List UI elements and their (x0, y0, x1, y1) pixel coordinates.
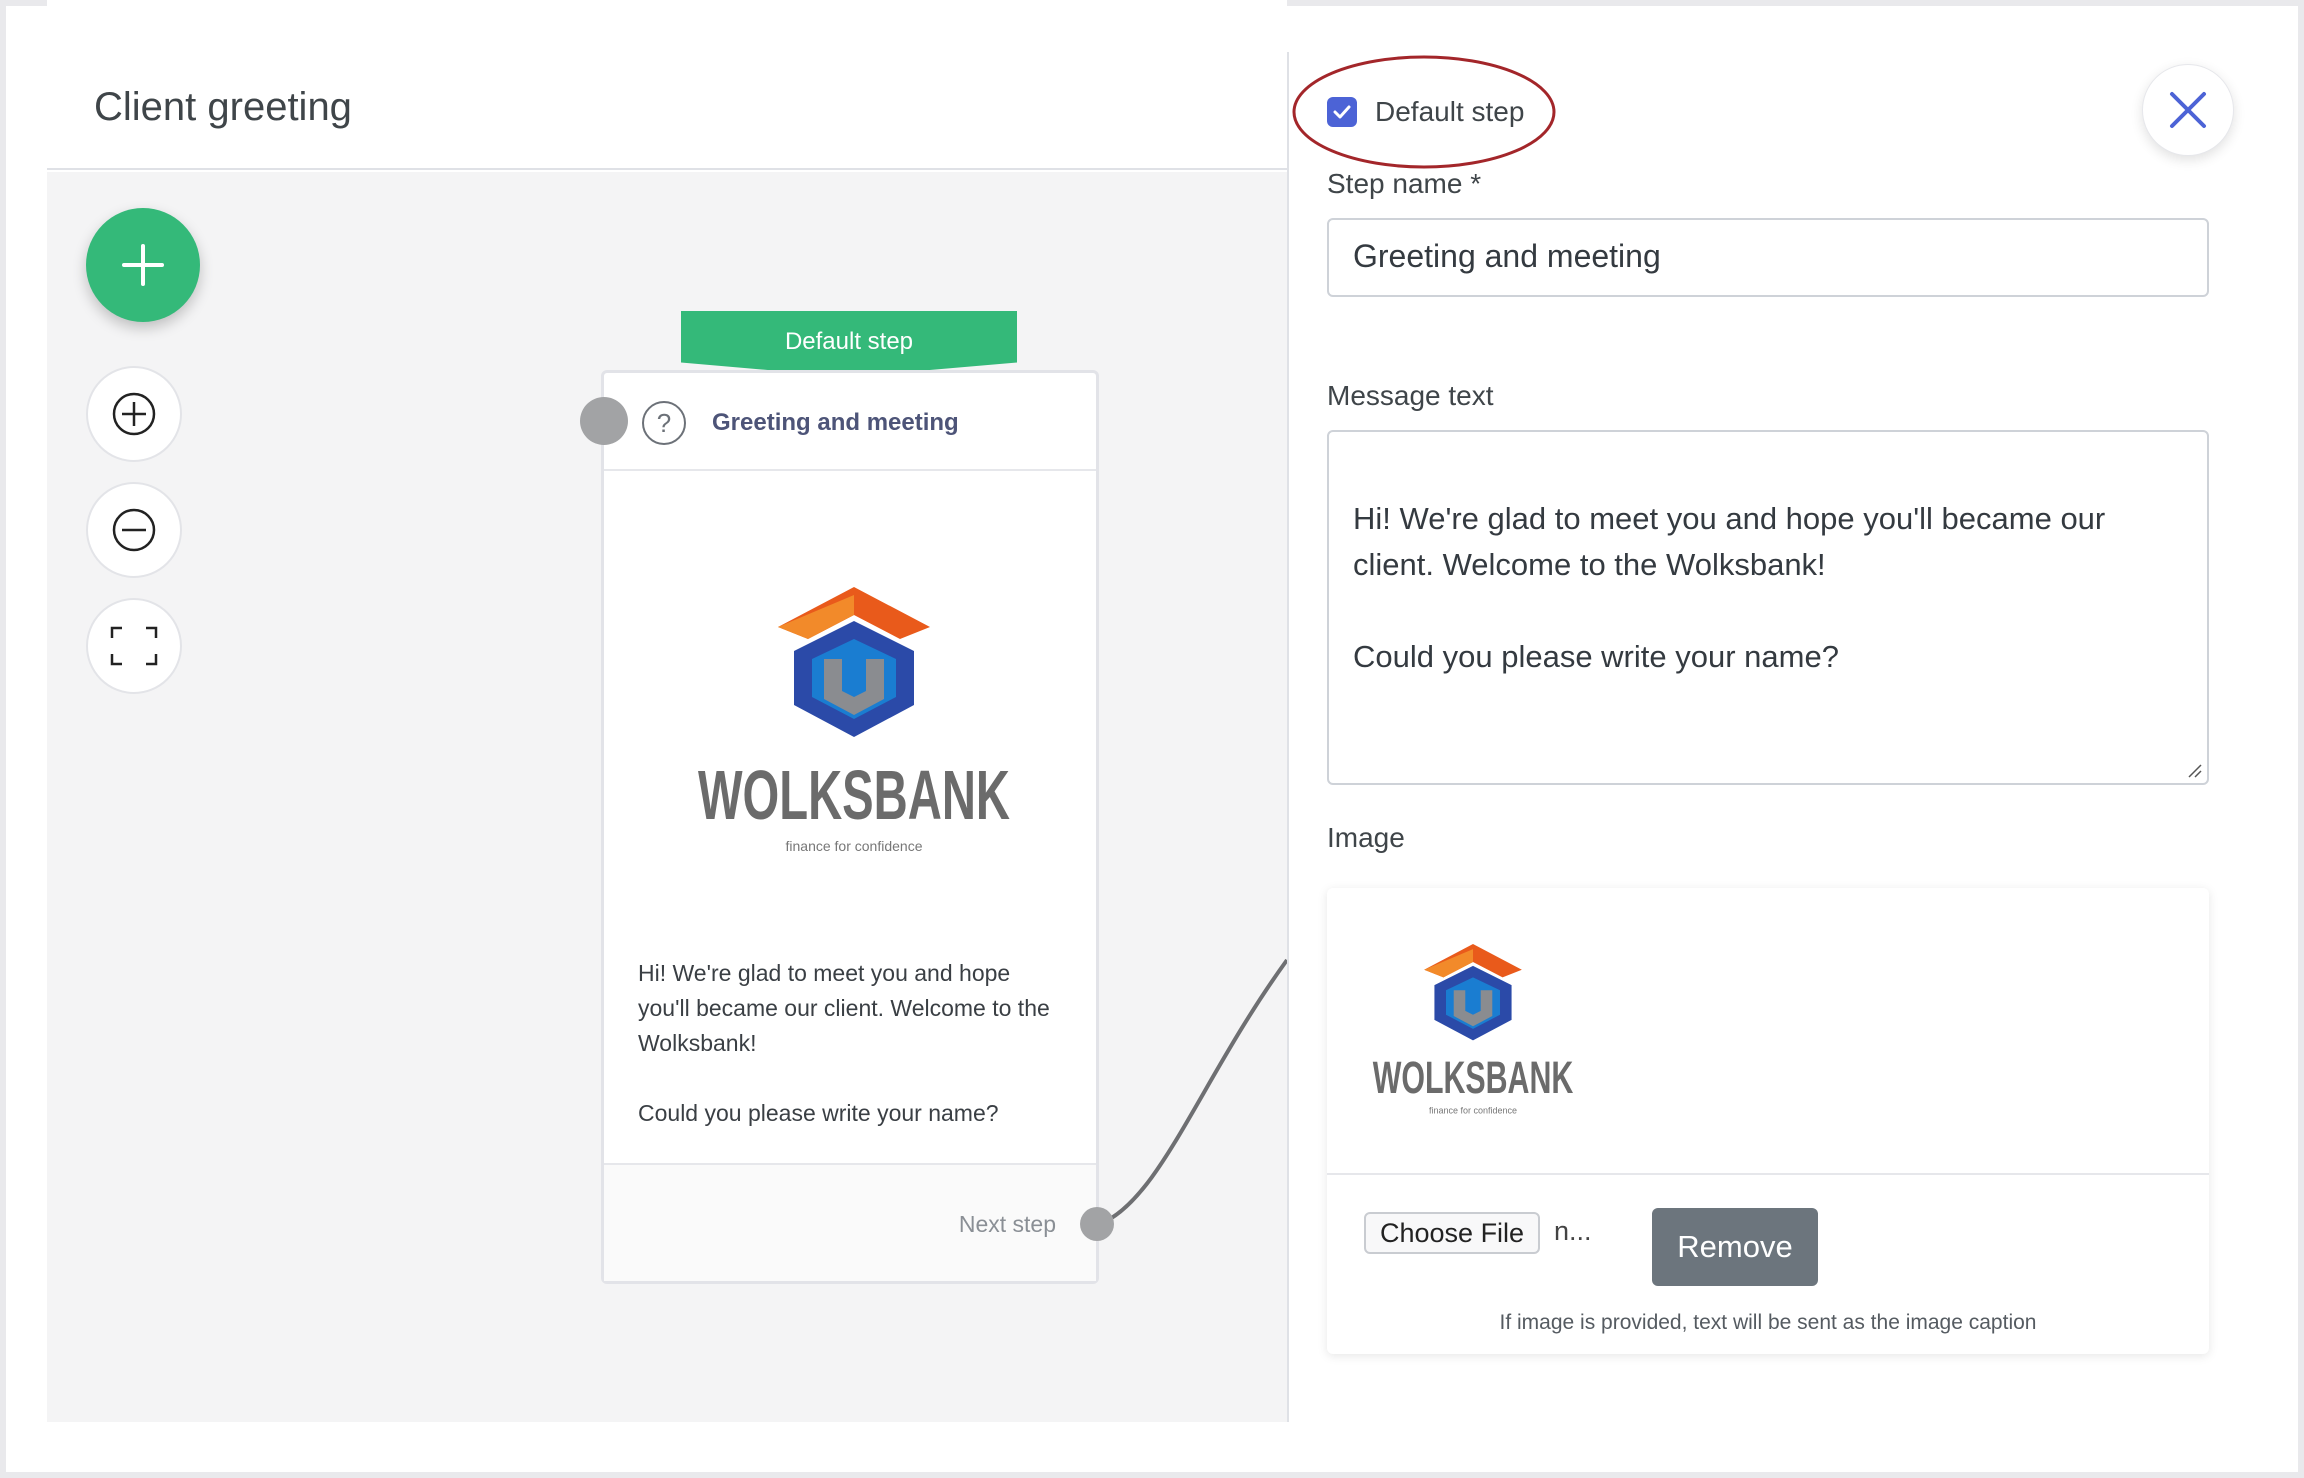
question-icon: ? (642, 401, 686, 445)
message-text-label: Message text (1327, 380, 1494, 411)
step-node[interactable]: ? Greeting and meeting WOLKSBANK finance… (601, 370, 1099, 1284)
step-name-input[interactable]: Greeting and meeting (1327, 218, 2209, 297)
node-input-port[interactable] (580, 397, 628, 445)
file-name: n... (1554, 1216, 1592, 1246)
node-header: ? Greeting and meeting (604, 373, 1096, 471)
close-icon (2170, 92, 2206, 128)
step-name-label: Step name * (1327, 168, 1482, 199)
default-step-label: Default step (1375, 96, 1525, 127)
node-message: Hi! We're glad to meet you and hope you'… (638, 960, 1050, 1126)
remove-image-button[interactable]: Remove (1652, 1208, 1818, 1286)
wolksbank-logo: WOLKSBANK finance for confidence (698, 587, 1010, 854)
image-preview: WOLKSBANK finance for confidence (1327, 888, 2209, 1175)
default-step-toggle[interactable]: Default step (1327, 96, 1524, 128)
close-button[interactable] (2142, 64, 2234, 156)
wolksbank-logo-preview: WOLKSBANK finance for confidence (1373, 944, 1574, 1116)
logo-tagline: finance for confidence (786, 838, 923, 854)
node-title: Greeting and meeting (712, 409, 959, 436)
logo-wordmark: WOLKSBANK (698, 756, 1010, 834)
image-hint: If image is provided, text will be sent … (1499, 1311, 2037, 1334)
check-icon (1333, 105, 1351, 119)
next-step-label: Next step (958, 1211, 1056, 1237)
preview-logo-wordmark: WOLKSBANK (1373, 1052, 1574, 1103)
preview-logo-tagline: finance for confidence (1429, 1106, 1517, 1116)
image-upload-card: WOLKSBANK finance for confidence Choose … (1327, 888, 2209, 1354)
choose-file-button[interactable]: Choose File (1364, 1212, 1541, 1254)
message-text-value: Hi! We're glad to meet you and hope you'… (1353, 501, 2106, 674)
default-step-checkbox[interactable] (1327, 97, 1357, 127)
resize-grip-icon[interactable] (2187, 763, 2203, 779)
next-step-port[interactable] (1080, 1207, 1114, 1241)
node-footer: Next step (604, 1163, 1096, 1281)
message-text-input[interactable]: Hi! We're glad to meet you and hope you'… (1327, 430, 2209, 785)
image-label: Image (1327, 822, 1405, 853)
